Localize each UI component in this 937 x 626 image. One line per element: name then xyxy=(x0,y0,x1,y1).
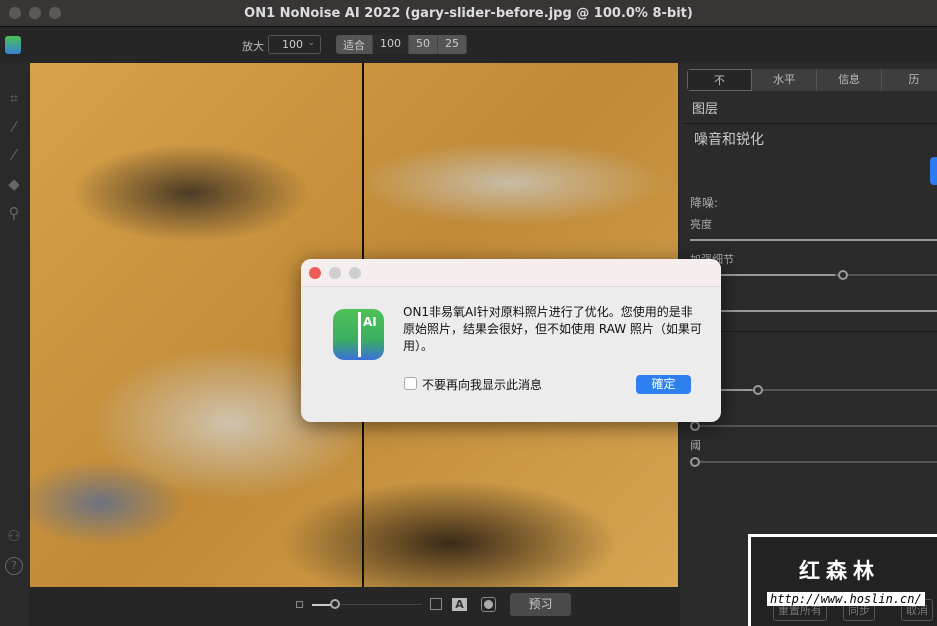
dialog-titlebar xyxy=(301,259,721,287)
slider[interactable] xyxy=(690,310,937,312)
tab-info[interactable]: 信息 xyxy=(817,69,883,91)
user-icon[interactable]: ⚇ xyxy=(5,527,23,545)
zoom-icon xyxy=(349,267,361,279)
window-title: ON1 NoNoise AI 2022 (gary-slider-before.… xyxy=(244,6,693,21)
brightness-label: 亮度 xyxy=(690,218,712,231)
zoom-icon[interactable] xyxy=(49,7,61,19)
divider xyxy=(682,123,937,124)
title-bar: ON1 NoNoise AI 2022 (gary-slider-before.… xyxy=(0,0,937,27)
zoom-50-button[interactable]: 50 xyxy=(409,35,438,54)
zoom-25-button[interactable]: 25 xyxy=(438,35,467,54)
dont-show-label[interactable]: 不要再向我显示此消息 xyxy=(422,376,542,393)
close-icon[interactable] xyxy=(9,7,21,19)
toolbar: 放大 100 ⌄ 适合 100 50 25 xyxy=(0,28,937,61)
split-view-icon[interactable]: A xyxy=(452,598,467,611)
blue-button[interactable] xyxy=(930,157,937,185)
watermark-url: http://www.hoslin.cn/ xyxy=(767,592,925,606)
tab-none[interactable]: 不 xyxy=(687,69,753,91)
minimize-icon[interactable] xyxy=(29,7,41,19)
watermark-name: 红森林 xyxy=(799,559,880,583)
slider-knob[interactable] xyxy=(690,421,700,431)
app-logo: AI xyxy=(333,309,384,360)
minimize-icon xyxy=(329,267,341,279)
detail-slider[interactable] xyxy=(690,270,937,280)
alert-dialog: AI ON1非易氧AI针对原料照片进行了优化。您使用的是非原始照片，结果会很好，… xyxy=(301,259,721,422)
dont-show-checkbox[interactable] xyxy=(404,377,417,390)
crop-icon[interactable]: ⌗ xyxy=(5,89,23,107)
zoom-value: 100 xyxy=(282,38,303,51)
zoom-select[interactable]: 100 ⌄ xyxy=(268,35,321,54)
zoom-fit-button[interactable]: 适合 xyxy=(336,35,373,54)
slider-knob[interactable] xyxy=(838,270,848,280)
slider[interactable] xyxy=(690,385,937,395)
tool-sidebar: ⌗ ⁄ ⁄ ◆ ⚲ ⚇ ? xyxy=(0,61,29,626)
slider-knob[interactable] xyxy=(753,385,763,395)
zoom-label: 放大 xyxy=(242,40,264,53)
zoom-100-button[interactable]: 100 xyxy=(373,35,409,54)
brightness-slider[interactable] xyxy=(690,239,937,241)
dialog-message: ON1非易氧AI针对原料照片进行了优化。您使用的是非原始照片，结果会很好，但不如… xyxy=(403,305,702,353)
slider-knob[interactable] xyxy=(690,457,700,467)
zoom-presets: 适合 100 50 25 xyxy=(336,35,467,54)
logo-text: AI xyxy=(363,315,377,329)
ok-button[interactable]: 確定 xyxy=(636,375,691,394)
app-icon xyxy=(5,36,21,54)
window-controls[interactable] xyxy=(9,7,61,19)
chevron-down-icon: ⌄ xyxy=(307,38,315,48)
preview-button[interactable]: 预习 xyxy=(510,593,571,616)
help-icon[interactable]: ? xyxy=(5,557,23,575)
threshold-slider[interactable] xyxy=(690,457,937,467)
tab-levels[interactable]: 水平 xyxy=(752,69,818,91)
watermark: 重置所有 同步 取消 红森林 http://www.hoslin.cn/ xyxy=(748,534,937,626)
panel-tabs: 不 水平 信息 历 xyxy=(687,69,937,91)
close-icon[interactable] xyxy=(309,267,321,279)
large-square-icon[interactable] xyxy=(430,598,442,610)
noise-label: 降噪: xyxy=(690,196,719,210)
small-square-icon xyxy=(296,601,303,608)
slider-knob[interactable] xyxy=(330,599,340,609)
layers-heading[interactable]: 图层 xyxy=(692,98,718,117)
tab-history[interactable]: 历 xyxy=(882,69,937,91)
slider[interactable] xyxy=(690,421,937,431)
eraser-icon[interactable]: ◆ xyxy=(5,175,23,193)
brush-icon[interactable]: ⁄ xyxy=(5,118,23,136)
mask-view-icon[interactable] xyxy=(481,597,496,612)
masking-brush-icon[interactable]: ⁄ xyxy=(5,146,23,164)
threshold-label: 阈 xyxy=(690,439,701,452)
thumbnail-size-slider[interactable] xyxy=(312,599,422,609)
noise-sharpen-heading[interactable]: 噪音和锐化 xyxy=(694,129,764,149)
zoom-hand-icon[interactable]: ⚲ xyxy=(5,204,23,222)
